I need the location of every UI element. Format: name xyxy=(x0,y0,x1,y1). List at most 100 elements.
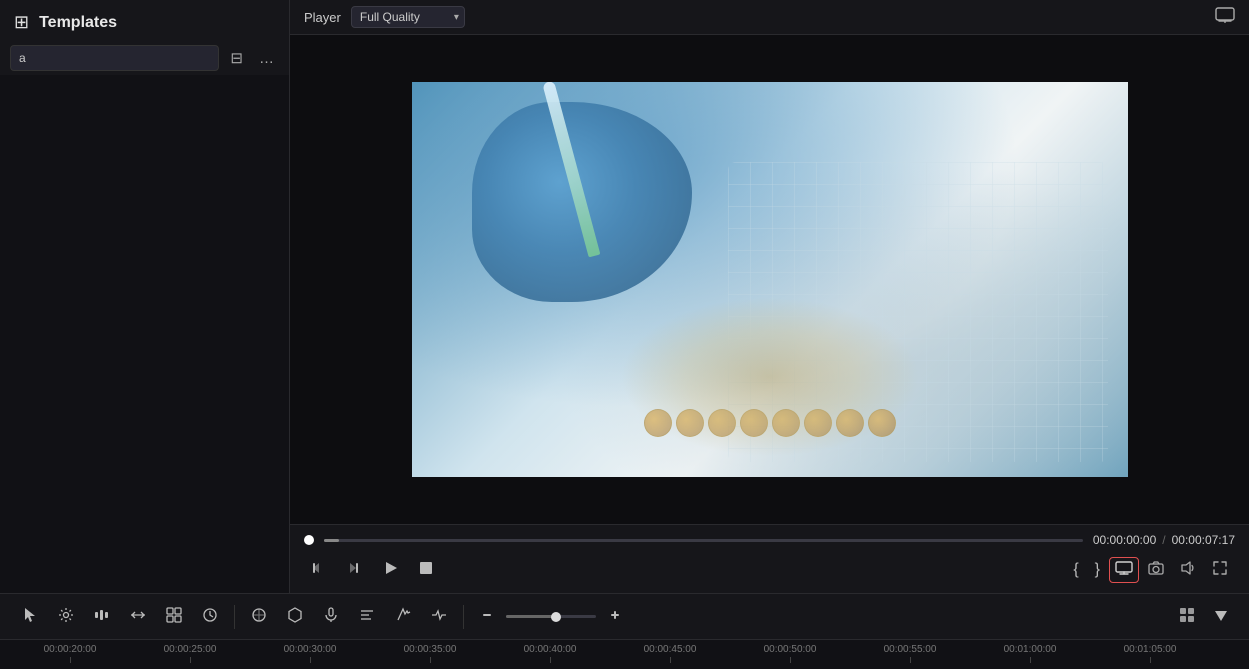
timeline-tick xyxy=(1150,657,1151,663)
timeline-mark-label: 00:01:05:00 xyxy=(1124,644,1177,655)
player-controls: 00:00:00:00 / 00:00:07:17 xyxy=(290,524,1249,593)
tool-slide-button[interactable] xyxy=(122,602,154,632)
timeline-mark: 00:01:00:00 xyxy=(970,644,1090,663)
snapshot-button[interactable] xyxy=(1141,555,1171,585)
sidebar: ⊞ Templates ⊟ … xyxy=(0,0,290,593)
tool-multicam-button[interactable] xyxy=(158,602,190,632)
zoom-plus-button[interactable] xyxy=(600,603,630,631)
timeline-mark: 00:00:50:00 xyxy=(730,644,850,663)
stats-icon[interactable] xyxy=(1215,7,1235,28)
player-top-bar: Player Full Quality Half Quality Quarter… xyxy=(290,0,1249,35)
progress-fill xyxy=(324,539,339,542)
step-back-button[interactable] xyxy=(304,555,334,585)
timeline-tick xyxy=(190,657,191,663)
timeline-mark: 00:00:45:00 xyxy=(610,644,730,663)
zoom-slider[interactable] xyxy=(506,615,596,618)
grid-view-button[interactable] xyxy=(1171,602,1203,632)
timeline-mark-label: 00:00:35:00 xyxy=(404,644,457,655)
fullscreen-button[interactable] xyxy=(1205,555,1235,585)
search-input[interactable] xyxy=(10,45,219,71)
total-time: 00:00:07:17 xyxy=(1172,533,1235,547)
tool-audio-button[interactable] xyxy=(315,602,347,632)
zoom-fill xyxy=(506,615,556,618)
timeline-mark: 00:00:30:00 xyxy=(250,644,370,663)
player-top-right xyxy=(1215,7,1235,28)
vial-5 xyxy=(772,409,800,437)
vial-1 xyxy=(644,409,672,437)
timeline-tick xyxy=(910,657,911,663)
zoom-thumb xyxy=(551,612,561,622)
controls-right: { } xyxy=(1066,555,1235,585)
mark-out-button[interactable]: } xyxy=(1088,557,1107,583)
tool-ripple-button[interactable] xyxy=(86,602,118,632)
player-area: Player Full Quality Half Quality Quarter… xyxy=(290,0,1249,593)
timeline-tick xyxy=(1030,657,1031,663)
filter-icon: ⊟ xyxy=(230,50,243,67)
timeline-tick xyxy=(670,657,671,663)
tool-text-button[interactable] xyxy=(351,602,383,632)
timeline-mark-label: 00:00:20:00 xyxy=(44,644,97,655)
more-tools-button[interactable] xyxy=(1207,603,1235,630)
zoom-minus-button[interactable] xyxy=(472,603,502,631)
timeline-mark-label: 00:00:45:00 xyxy=(644,644,697,655)
timeline-ticks: 00:00:20:00 00:00:25:00 00:00:30:00 00:00:3… xyxy=(0,640,1210,669)
timeline-mark-label: 00:00:25:00 xyxy=(164,644,217,655)
quality-select[interactable]: Full Quality Half Quality Quarter Qualit… xyxy=(351,6,465,28)
mesh-overlay xyxy=(728,162,1108,462)
audio-button[interactable] xyxy=(1173,555,1203,585)
toolbar xyxy=(0,593,1249,639)
vials-row xyxy=(644,409,896,437)
frame-step-forward-button[interactable] xyxy=(340,555,370,585)
timeline-tick xyxy=(70,657,71,663)
timeline-tick xyxy=(790,657,791,663)
tool-mask-button[interactable] xyxy=(279,602,311,632)
tool-fx-button[interactable] xyxy=(387,602,419,632)
vial-3 xyxy=(708,409,736,437)
timeline-mark: 00:00:35:00 xyxy=(370,644,490,663)
tool-transition-button[interactable] xyxy=(423,602,455,632)
stop-button[interactable] xyxy=(412,556,440,584)
timeline-mark-label: 00:00:50:00 xyxy=(764,644,817,655)
timeline-tick xyxy=(310,657,311,663)
toolbar-separator-2 xyxy=(463,605,464,629)
quality-dropdown-wrap: Full Quality Half Quality Quarter Qualit… xyxy=(351,6,465,28)
vial-7 xyxy=(836,409,864,437)
time-separator: / xyxy=(1162,533,1165,547)
vial-8 xyxy=(868,409,896,437)
timeline-mark: 00:00:25:00 xyxy=(130,644,250,663)
filter-button[interactable]: ⊟ xyxy=(225,46,248,70)
timeline-mark-label: 00:00:55:00 xyxy=(884,644,937,655)
monitor-button[interactable] xyxy=(1109,557,1139,583)
vial-6 xyxy=(804,409,832,437)
mark-in-button[interactable]: { xyxy=(1066,557,1085,583)
sidebar-title: Templates xyxy=(39,14,117,32)
player-label: Player xyxy=(304,10,341,25)
toolbar-separator-1 xyxy=(234,605,235,629)
tool-settings-button[interactable] xyxy=(50,602,82,632)
progress-bar-row: 00:00:00:00 / 00:00:07:17 xyxy=(304,533,1235,547)
vial-4 xyxy=(740,409,768,437)
tool-speed-button[interactable] xyxy=(194,602,226,632)
current-time: 00:00:00:00 xyxy=(1093,533,1156,547)
templates-icon: ⊞ xyxy=(14,12,29,33)
controls-left xyxy=(304,555,440,585)
more-icon: … xyxy=(259,50,274,67)
tool-color-button[interactable] xyxy=(243,602,275,632)
timeline-mark: 00:00:40:00 xyxy=(490,644,610,663)
timeline-mark-label: 00:01:00:00 xyxy=(1004,644,1057,655)
time-display: 00:00:00:00 / 00:00:07:17 xyxy=(1093,533,1235,547)
timeline-mark-label: 00:00:30:00 xyxy=(284,644,337,655)
more-options-button[interactable]: … xyxy=(254,47,279,70)
vial-2 xyxy=(676,409,704,437)
video-frame xyxy=(290,35,1249,524)
play-button[interactable] xyxy=(376,555,406,585)
controls-row: { } xyxy=(304,555,1235,585)
timeline-mark: 00:01:05:00 xyxy=(1090,644,1210,663)
playhead-dot[interactable] xyxy=(304,535,314,545)
tool-pointer-button[interactable] xyxy=(14,602,46,632)
video-preview xyxy=(412,82,1128,477)
progress-track[interactable] xyxy=(324,539,1083,542)
timeline-row: 00:00:20:00 00:00:25:00 00:00:30:00 00:00:3… xyxy=(0,639,1249,669)
timeline-mark: 00:00:20:00 xyxy=(10,644,130,663)
timeline-mark: 00:00:55:00 xyxy=(850,644,970,663)
